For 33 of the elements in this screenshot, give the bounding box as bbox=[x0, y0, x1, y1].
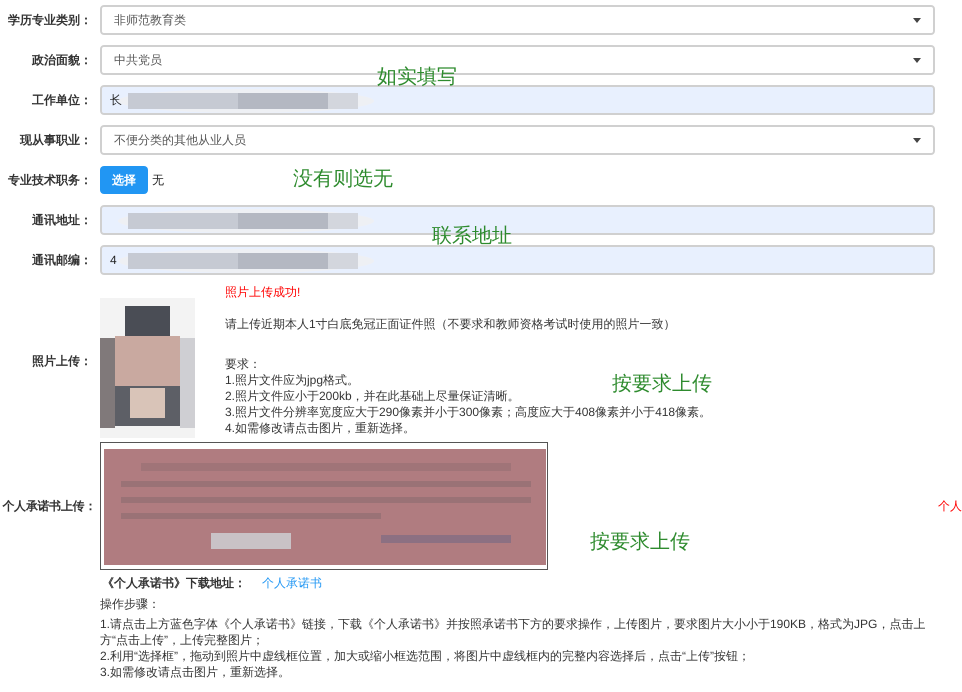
select-field[interactable]: 不便分类的其他从业人员 bbox=[100, 125, 935, 155]
field-label: 学历专业类别： bbox=[7, 12, 93, 29]
select-field[interactable]: 非师范教育类 bbox=[100, 5, 935, 35]
field-label: 通讯邮编： bbox=[31, 252, 93, 269]
download-label: 《个人承诺书》下载地址： bbox=[102, 575, 246, 592]
annotation-text: 按要求上传 bbox=[590, 530, 690, 555]
requirement-text: 4.如需修改请点击图片，重新选择。 bbox=[225, 420, 416, 436]
requirement-text: 1.照片文件应为jpg格式。 bbox=[225, 372, 360, 388]
requirement-text: 2.照片文件应小于200kb，并在此基础上尽量保证清晰。 bbox=[225, 388, 520, 404]
step-text: 3.如需修改请点击图片，重新选择。 bbox=[100, 664, 292, 680]
field-label: 个人承诺书上传： bbox=[2, 498, 96, 515]
requirement-text: 3.照片文件分辨率宽度应大于290像素并小于300像素；高度应大于408像素并小于418像素。 bbox=[225, 404, 712, 420]
annotation-text: 按要求上传 bbox=[612, 372, 712, 397]
field-label: 政治面貌： bbox=[30, 52, 93, 69]
step-text: 1.请点击上方蓝色字体《个人承诺书》链接，下载《个人承诺书》并按照承诺书下方的要求操作，上传图片，要求图片大小小于190KB，格式为JPG，点击上方“点击上传”，上传完整图片； bbox=[100, 616, 926, 648]
dropdown-caret-icon bbox=[913, 18, 921, 22]
field-label: 现从事职业： bbox=[18, 132, 93, 149]
field-value: 无 bbox=[152, 172, 164, 189]
dropdown-caret-icon bbox=[913, 138, 921, 142]
steps-heading: 操作步骤： bbox=[100, 596, 161, 612]
field-label: 工作单位： bbox=[31, 92, 93, 109]
upload-success-message: 照片上传成功! bbox=[225, 284, 302, 300]
field-label: 专业技术职务： bbox=[7, 172, 93, 189]
annotation-text: 没有则选无 bbox=[293, 167, 393, 192]
photo-instruction: 请上传近期本人1寸白底免冠正面证件照（不要求和教师资格考试时使用的照片一致） bbox=[225, 316, 677, 332]
input-field[interactable]: 长 bbox=[100, 85, 935, 115]
input-field[interactable]: 4 bbox=[100, 245, 935, 275]
step-text: 2.利用“选择框”，拖动到照片中虚线框位置，加大或缩小框选范围，将图片中虚线框内的完整内容选择后，点击“上传”按钮； bbox=[100, 648, 751, 664]
requirements-heading: 要求： bbox=[225, 356, 262, 372]
field-label: 照片上传： bbox=[32, 353, 92, 370]
field-label: 通讯地址： bbox=[31, 212, 93, 229]
dropdown-caret-icon bbox=[913, 58, 921, 62]
side-note: 个人 bbox=[938, 498, 962, 515]
